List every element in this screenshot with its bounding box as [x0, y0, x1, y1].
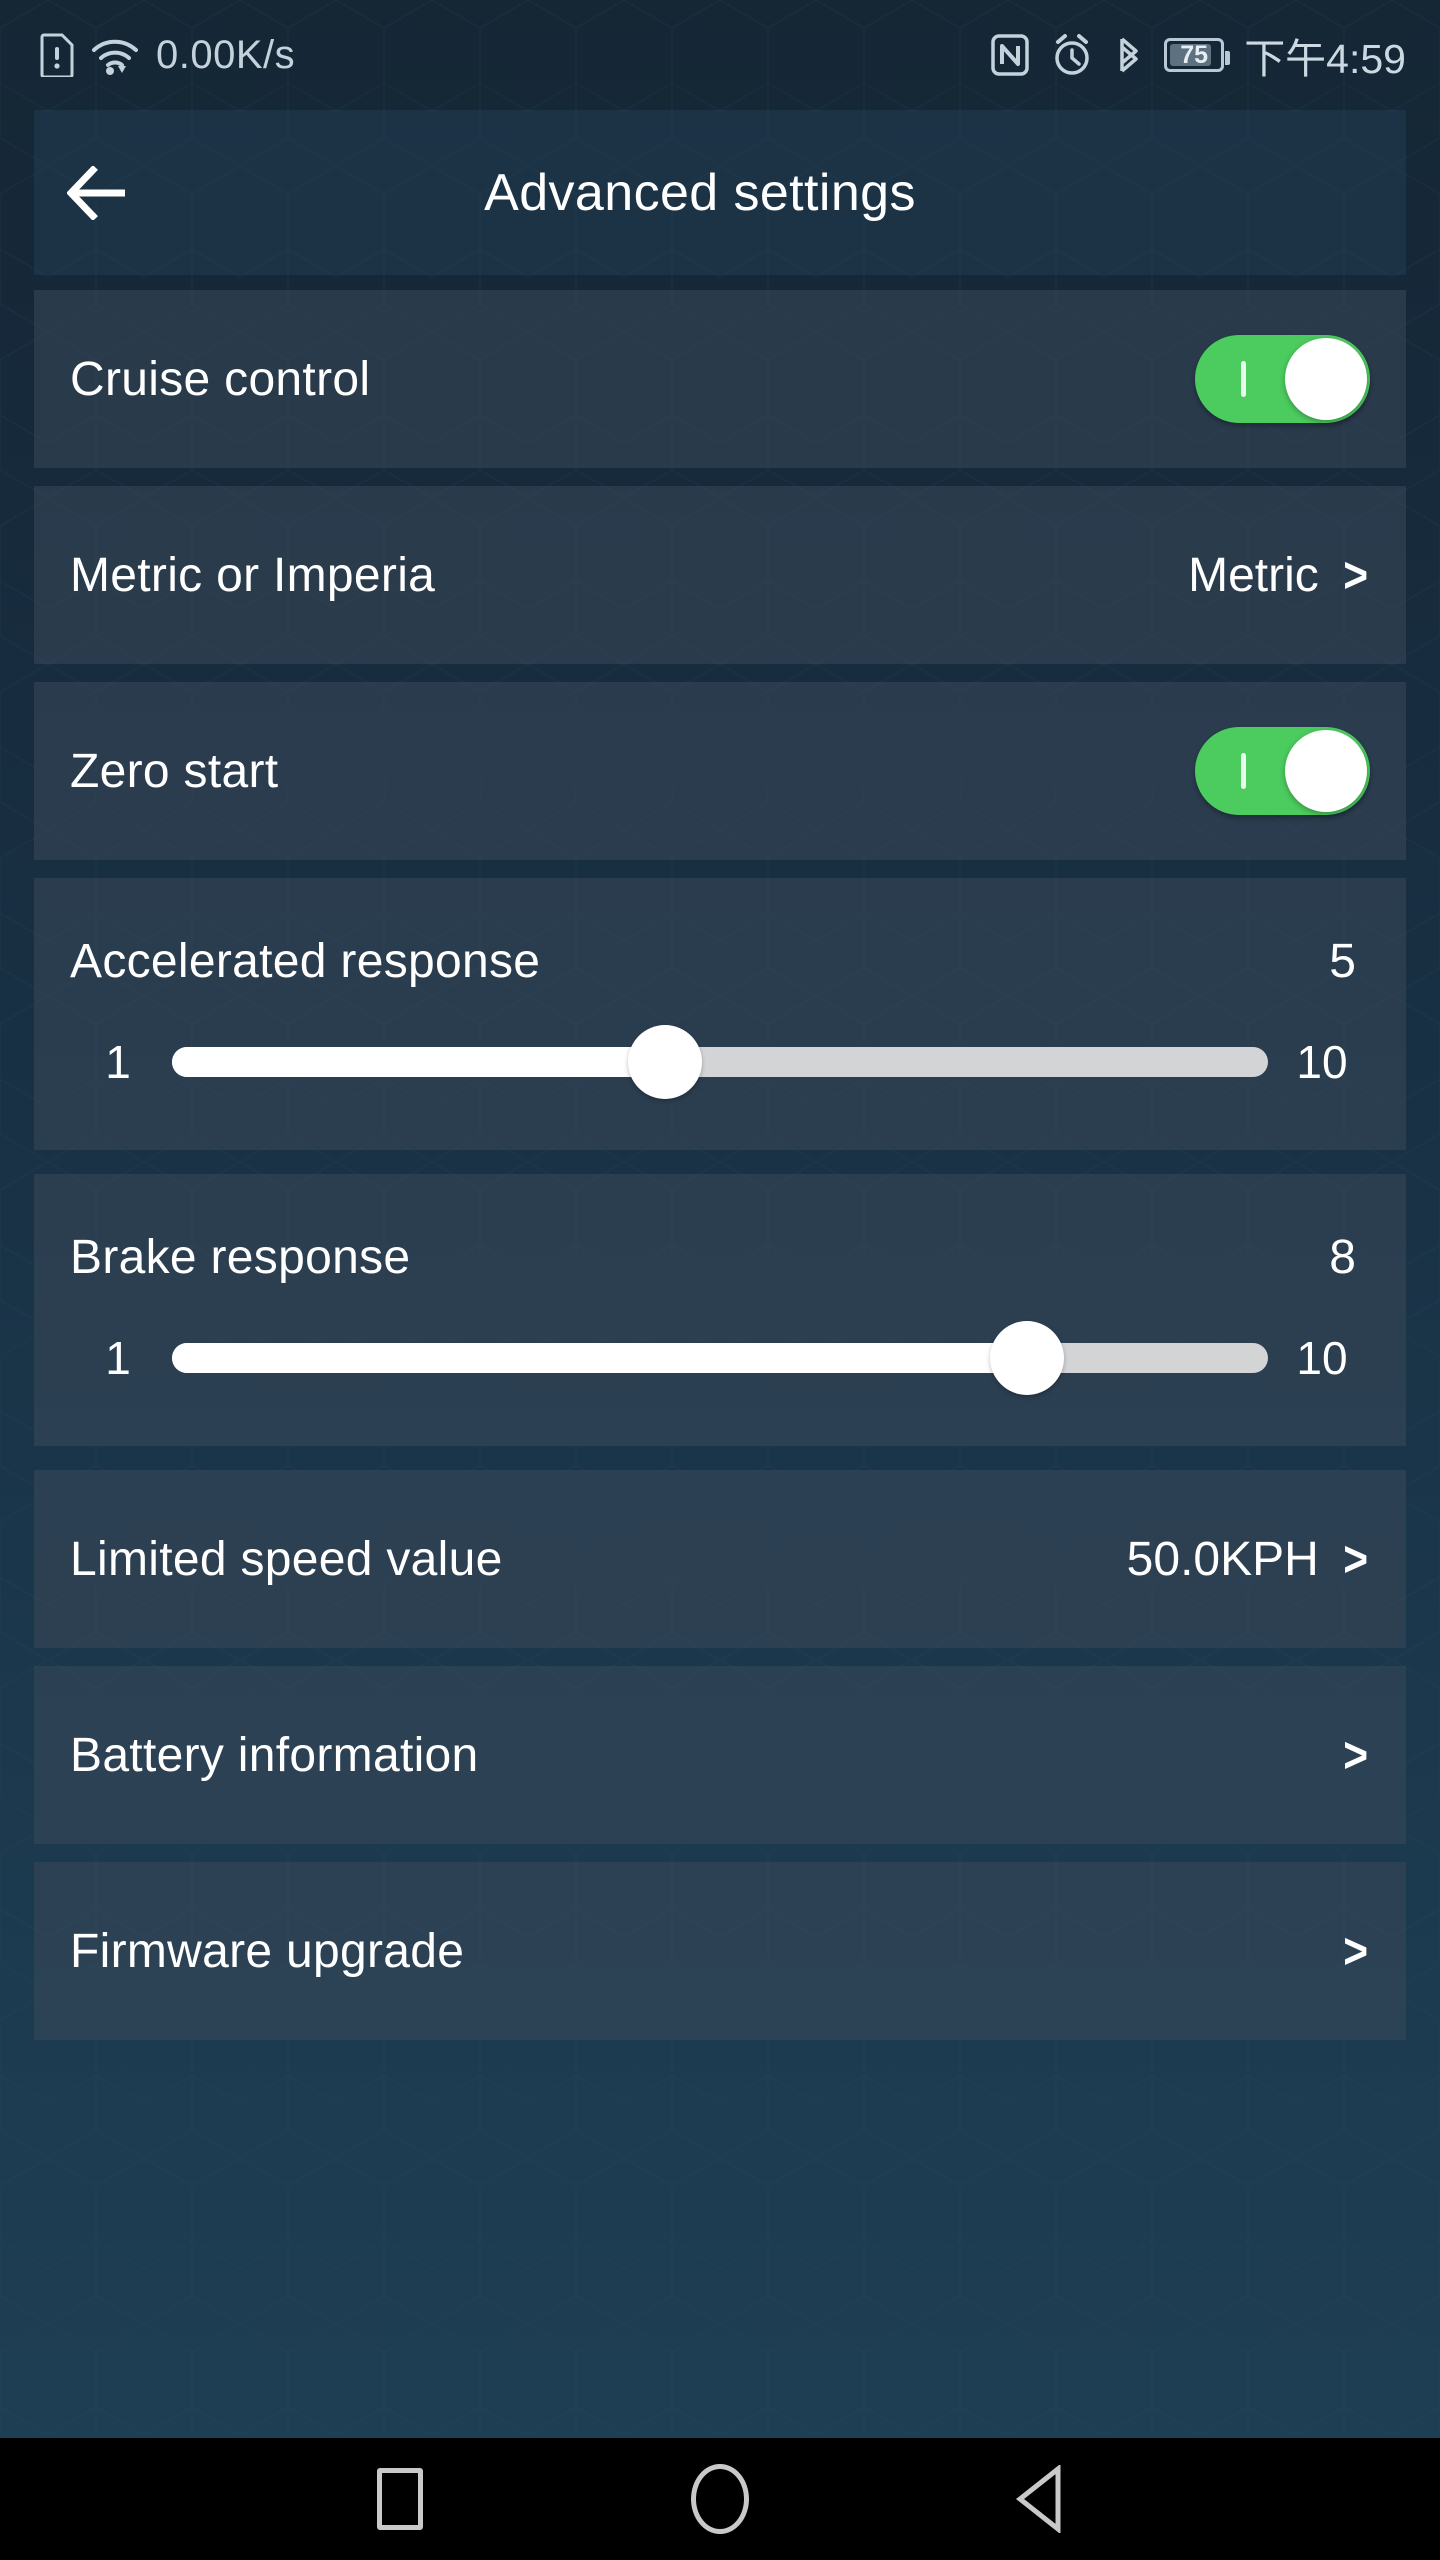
phone-screen: 0.00K/s 75 下午4:59 Advanced settings Crui…: [0, 0, 1440, 2560]
status-bar-left: 0.00K/s: [40, 33, 295, 78]
slider-control[interactable]: 1 10: [34, 1310, 1406, 1406]
setting-row-battery-information[interactable]: Battery information >: [34, 1666, 1406, 1844]
app-bar: Advanced settings: [34, 110, 1406, 275]
chevron-right-icon: >: [1342, 1531, 1368, 1587]
bluetooth-icon: [1120, 37, 1138, 73]
back-nav-button[interactable]: [980, 2438, 1100, 2560]
status-bar: 0.00K/s 75 下午4:59: [0, 0, 1440, 110]
page-title: Advanced settings: [484, 163, 916, 222]
setting-row-brake-response[interactable]: Brake response 8 1 10: [34, 1174, 1406, 1446]
arrow-left-icon: [67, 165, 125, 220]
row-value: Metric: [1188, 548, 1319, 602]
chevron-right-icon: >: [1342, 1727, 1368, 1783]
row-label: Cruise control: [70, 352, 371, 406]
sim-warning-icon: [40, 33, 74, 77]
row-label: Brake response: [70, 1230, 411, 1284]
slider-control[interactable]: 1 10: [34, 1014, 1406, 1110]
setting-row-cruise-control[interactable]: Cruise control: [34, 290, 1406, 468]
slider-track[interactable]: [172, 1321, 1268, 1395]
slider-current-value: 8: [1329, 1230, 1356, 1284]
toggle-knob: [1285, 730, 1367, 812]
setting-row-accelerated-response[interactable]: Accelerated response 5 1 10: [34, 878, 1406, 1150]
toggle-mark: [1241, 361, 1246, 397]
slider-track[interactable]: [172, 1025, 1268, 1099]
slider-current-value: 5: [1329, 934, 1356, 988]
circle-icon: [691, 2464, 749, 2534]
slider-min-label: 1: [105, 1332, 131, 1384]
chevron-right-icon: >: [1342, 547, 1368, 603]
slider-track-fill: [172, 1047, 666, 1077]
network-speed-text: 0.00K/s: [156, 32, 296, 77]
slider-thumb[interactable]: [628, 1025, 703, 1099]
zero-start-toggle[interactable]: [1195, 727, 1370, 815]
wifi-icon: [92, 39, 138, 75]
status-bar-right: 75 下午4:59: [990, 25, 1406, 85]
alarm-icon: [1055, 34, 1089, 75]
recents-button[interactable]: [340, 2438, 460, 2560]
toggle-mark: [1241, 753, 1246, 789]
cruise-control-toggle[interactable]: [1195, 335, 1370, 423]
slider-min-label: 1: [105, 1036, 131, 1088]
row-label: Accelerated response: [70, 934, 541, 988]
triangle-left-icon: [1015, 2465, 1061, 2533]
row-label: Zero start: [70, 744, 279, 798]
nfc-icon: [991, 34, 1029, 76]
slider-max-label: 10: [1296, 1036, 1348, 1088]
row-label: Firmware upgrade: [70, 1924, 465, 1978]
row-label: Metric or Imperia: [70, 548, 436, 602]
row-label: Battery information: [70, 1728, 479, 1782]
setting-row-limited-speed-value[interactable]: Limited speed value 50.0KPH >: [34, 1470, 1406, 1648]
battery-level-text: 75: [1180, 40, 1209, 69]
clock-text: 下午4:59: [1244, 36, 1406, 82]
home-button[interactable]: [660, 2438, 780, 2560]
chevron-right-icon: >: [1342, 1923, 1368, 1979]
slider-max-label: 10: [1296, 1332, 1348, 1384]
row-label: Limited speed value: [70, 1532, 503, 1586]
square-icon: [377, 2468, 423, 2530]
setting-row-metric-or-imperial[interactable]: Metric or Imperia Metric >: [34, 486, 1406, 664]
android-nav-bar: [0, 2438, 1440, 2560]
battery-indicator: 75: [1164, 38, 1231, 72]
slider-thumb[interactable]: [989, 1321, 1064, 1395]
toggle-knob: [1285, 338, 1367, 420]
setting-row-zero-start[interactable]: Zero start: [34, 682, 1406, 860]
setting-row-firmware-upgrade[interactable]: Firmware upgrade >: [34, 1862, 1406, 2040]
row-value: 50.0KPH: [1126, 1532, 1319, 1586]
settings-list: Cruise control Metric or Imperia Metric …: [34, 290, 1406, 2058]
slider-track-fill: [172, 1343, 1027, 1373]
back-button[interactable]: [34, 110, 164, 275]
